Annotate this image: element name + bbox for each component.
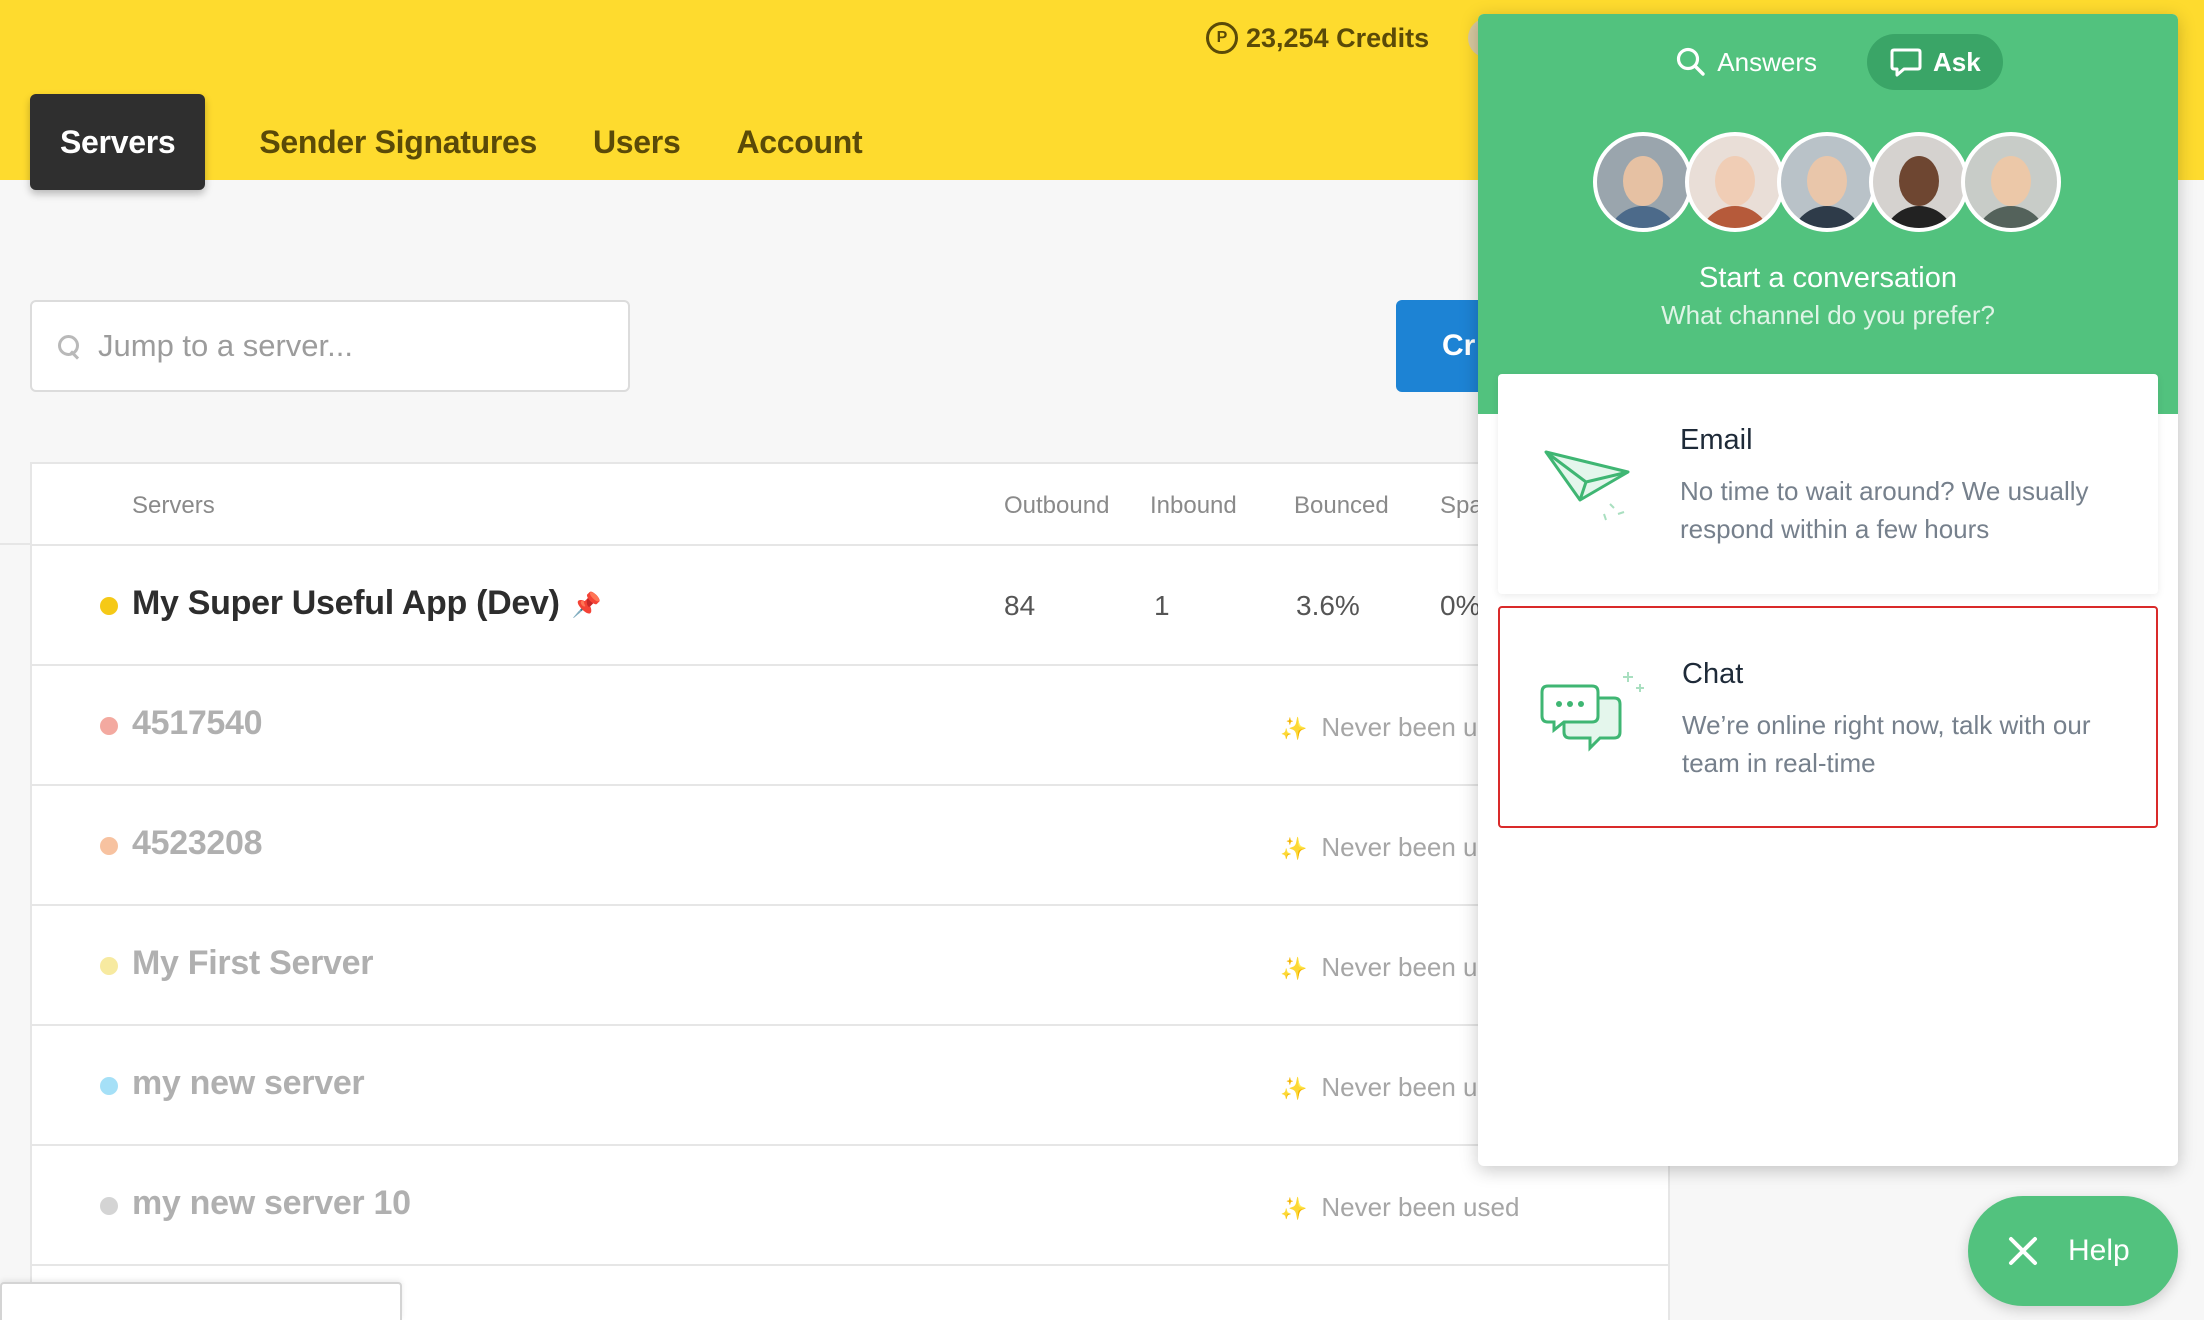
usage-status: ✨ Never been us bbox=[1280, 952, 1491, 983]
bottom-popup bbox=[0, 1282, 402, 1320]
server-name[interactable]: My Super Useful App (Dev) 📌 bbox=[132, 584, 602, 623]
help-widget: Answers Ask Start a conversation What ch… bbox=[1478, 14, 2178, 1166]
table-row[interactable]: 4523208 ✨ Never been us bbox=[32, 786, 1668, 906]
status-dot bbox=[100, 837, 118, 855]
credits-icon: P bbox=[1206, 22, 1238, 54]
server-name[interactable]: my new server bbox=[132, 1064, 365, 1103]
search-icon bbox=[56, 333, 82, 359]
table-header: Servers Outbound Inbound Bounced Spa bbox=[32, 464, 1668, 546]
col-inbound[interactable]: Inbound bbox=[1150, 492, 1237, 520]
tab-answers-label: Answers bbox=[1717, 46, 1817, 77]
col-bounced[interactable]: Bounced bbox=[1294, 492, 1389, 520]
usage-status-text: Never been us bbox=[1321, 952, 1491, 982]
usage-status-text: Never been us bbox=[1321, 1072, 1491, 1102]
divider bbox=[0, 543, 32, 545]
spam-value: 0% bbox=[1440, 590, 1481, 621]
status-dot bbox=[100, 1077, 118, 1095]
status-dot bbox=[100, 1197, 118, 1215]
credits-label: 23,254 Credits bbox=[1246, 22, 1430, 53]
pin-icon: 📌 bbox=[571, 591, 602, 619]
chat-bubble-icon bbox=[1890, 48, 1922, 77]
inbound-value: 1 bbox=[1154, 590, 1170, 621]
table-row[interactable]: my new server ✨ Never been us bbox=[32, 1026, 1668, 1146]
sparkle-icon: ✨ bbox=[1280, 716, 1308, 741]
nav-account[interactable]: Account bbox=[708, 94, 890, 190]
close-icon bbox=[2006, 1234, 2040, 1268]
sparkle-icon: ✨ bbox=[1280, 836, 1308, 861]
outbound-value: 84 bbox=[1004, 590, 1036, 621]
team-avatar bbox=[1593, 132, 1693, 232]
col-servers[interactable]: Servers bbox=[132, 492, 215, 520]
email-title: Email bbox=[1680, 424, 1753, 456]
sparkle-icon: ✨ bbox=[1280, 1076, 1308, 1101]
server-name[interactable]: My First Server bbox=[132, 944, 373, 983]
usage-status: ✨ Never been us bbox=[1280, 832, 1491, 863]
usage-status: ✨ Never been us bbox=[1280, 1072, 1491, 1103]
team-avatar bbox=[1869, 132, 1969, 232]
usage-status: ✨ Never been used bbox=[1280, 1192, 1519, 1223]
widget-title: Start a conversation bbox=[1699, 262, 1957, 294]
servers-table: Servers Outbound Inbound Bounced Spa My … bbox=[30, 462, 1670, 1320]
server-name[interactable]: my new server 10 bbox=[132, 1184, 411, 1223]
search-icon bbox=[1677, 47, 1705, 76]
usage-status-text: Never been us bbox=[1321, 832, 1491, 862]
tab-ask-label: Ask bbox=[1933, 46, 1981, 77]
main-nav: Servers Sender Signatures Users Account bbox=[30, 94, 890, 190]
col-spam[interactable]: Spa bbox=[1440, 492, 1483, 520]
table-row[interactable]: 4517540 ✨ Never been us bbox=[32, 666, 1668, 786]
table-row[interactable]: My First Server ✨ Never been us bbox=[32, 906, 1668, 1026]
usage-status-text: Never been used bbox=[1321, 1192, 1520, 1222]
table-row[interactable]: My Super Useful App (Dev) 📌 84 1 3.6% 0% bbox=[32, 546, 1668, 666]
nav-servers[interactable]: Servers bbox=[30, 94, 206, 190]
sparkle-icon: ✨ bbox=[1280, 956, 1308, 981]
chat-description: We’re online right now, talk with our te… bbox=[1682, 710, 2091, 778]
chat-title: Chat bbox=[1682, 658, 1744, 690]
team-avatar bbox=[1685, 132, 1785, 232]
widget-tabs: Answers Ask bbox=[1478, 34, 2178, 90]
help-button-label: Help bbox=[2068, 1234, 2130, 1267]
usage-status: ✨ Never been us bbox=[1280, 712, 1491, 743]
usage-status-text: Never been us bbox=[1321, 712, 1491, 742]
team-avatar bbox=[1961, 132, 2061, 232]
tab-answers[interactable]: Answers bbox=[1653, 34, 1839, 90]
server-name[interactable]: 4523208 bbox=[132, 824, 263, 863]
status-dot bbox=[100, 957, 118, 975]
widget-subtitle: What channel do you prefer? bbox=[1661, 300, 1995, 330]
chat-option[interactable]: Chat We’re online right now, talk with o… bbox=[1498, 606, 2158, 828]
email-description: No time to wait around? We usually respo… bbox=[1680, 476, 2089, 544]
sparkle-icon: ✨ bbox=[1280, 1196, 1308, 1221]
tab-ask[interactable]: Ask bbox=[1867, 34, 2003, 90]
widget-header: Answers Ask Start a conversation What ch… bbox=[1478, 14, 2178, 414]
email-option[interactable]: Email No time to wait around? We usually… bbox=[1498, 374, 2158, 594]
col-outbound[interactable]: Outbound bbox=[1004, 492, 1109, 520]
paper-plane-icon bbox=[1544, 450, 1630, 521]
status-dot bbox=[100, 717, 118, 735]
server-search bbox=[30, 300, 630, 392]
help-button[interactable]: Help bbox=[1968, 1196, 2178, 1306]
bounced-value: 3.6% bbox=[1296, 590, 1360, 621]
nav-users[interactable]: Users bbox=[565, 94, 708, 190]
server-name[interactable]: 4517540 bbox=[132, 704, 263, 743]
team-avatars bbox=[1593, 132, 2061, 232]
search-input[interactable] bbox=[98, 328, 598, 364]
nav-sender-signatures[interactable]: Sender Signatures bbox=[231, 94, 565, 190]
team-avatar bbox=[1777, 132, 1877, 232]
server-name-text: My Super Useful App (Dev) bbox=[132, 584, 560, 622]
status-dot bbox=[100, 597, 118, 615]
chat-bubbles-icon bbox=[1540, 672, 1644, 752]
credits-display[interactable]: P 23,254 Credits bbox=[1206, 18, 1429, 58]
table-row[interactable]: my new server 10 ✨ Never been used bbox=[32, 1146, 1668, 1266]
